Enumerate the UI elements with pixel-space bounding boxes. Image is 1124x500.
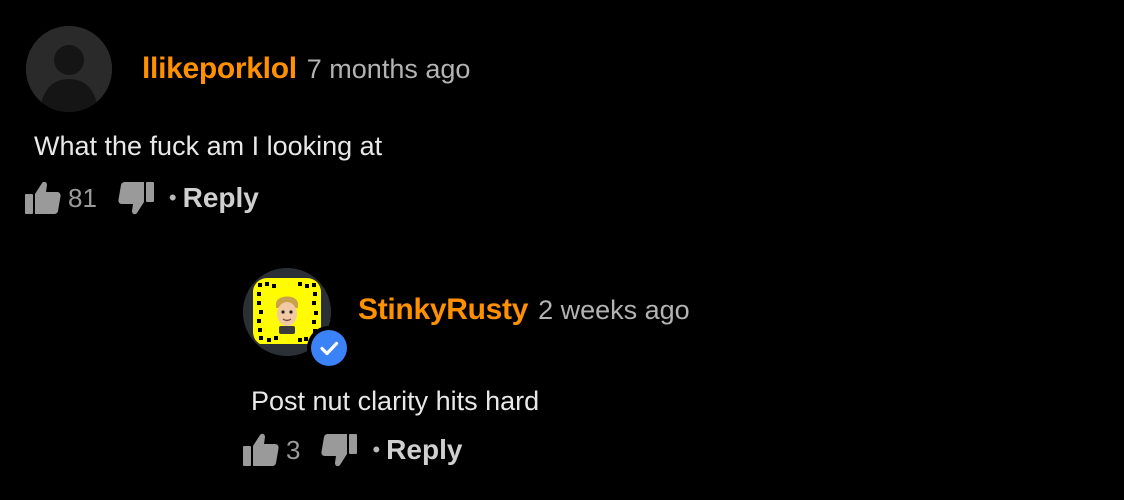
comment-header: llikeporklol 7 months ago bbox=[142, 52, 470, 86]
check-badge-icon bbox=[320, 341, 339, 356]
comment-text: Post nut clarity hits hard bbox=[251, 386, 540, 416]
thumbs-down-icon[interactable] bbox=[320, 432, 358, 468]
like-count: 81 bbox=[68, 182, 97, 213]
username-link[interactable]: StinkyRusty bbox=[358, 293, 528, 327]
separator-dot: • bbox=[168, 185, 177, 210]
timestamp: 2 weeks ago bbox=[538, 295, 690, 325]
verified-badge bbox=[307, 326, 351, 370]
reply-button[interactable]: Reply bbox=[386, 434, 462, 466]
default-avatar-icon bbox=[26, 26, 112, 112]
reply-comment: StinkyRusty 2 weeks ago Post nut clarity… bbox=[0, 260, 1124, 500]
avatar[interactable] bbox=[26, 26, 112, 112]
timestamp: 7 months ago bbox=[306, 54, 471, 84]
separator-dot: • bbox=[372, 437, 381, 462]
thumbs-up-icon[interactable] bbox=[242, 432, 280, 468]
comment-header: StinkyRusty 2 weeks ago bbox=[358, 293, 690, 327]
comment-actions: 81 • Reply bbox=[24, 179, 259, 217]
like-count: 3 bbox=[286, 434, 301, 465]
thumbs-up-icon[interactable] bbox=[24, 180, 62, 216]
comment-actions: 3 • Reply bbox=[242, 431, 462, 469]
reply-button[interactable]: Reply bbox=[183, 182, 259, 214]
thumbs-down-icon[interactable] bbox=[117, 180, 155, 216]
comment: llikeporklol 7 months ago What the fuck … bbox=[0, 0, 1124, 240]
comment-text: What the fuck am I looking at bbox=[34, 131, 383, 161]
username-link[interactable]: llikeporklol bbox=[142, 52, 297, 86]
